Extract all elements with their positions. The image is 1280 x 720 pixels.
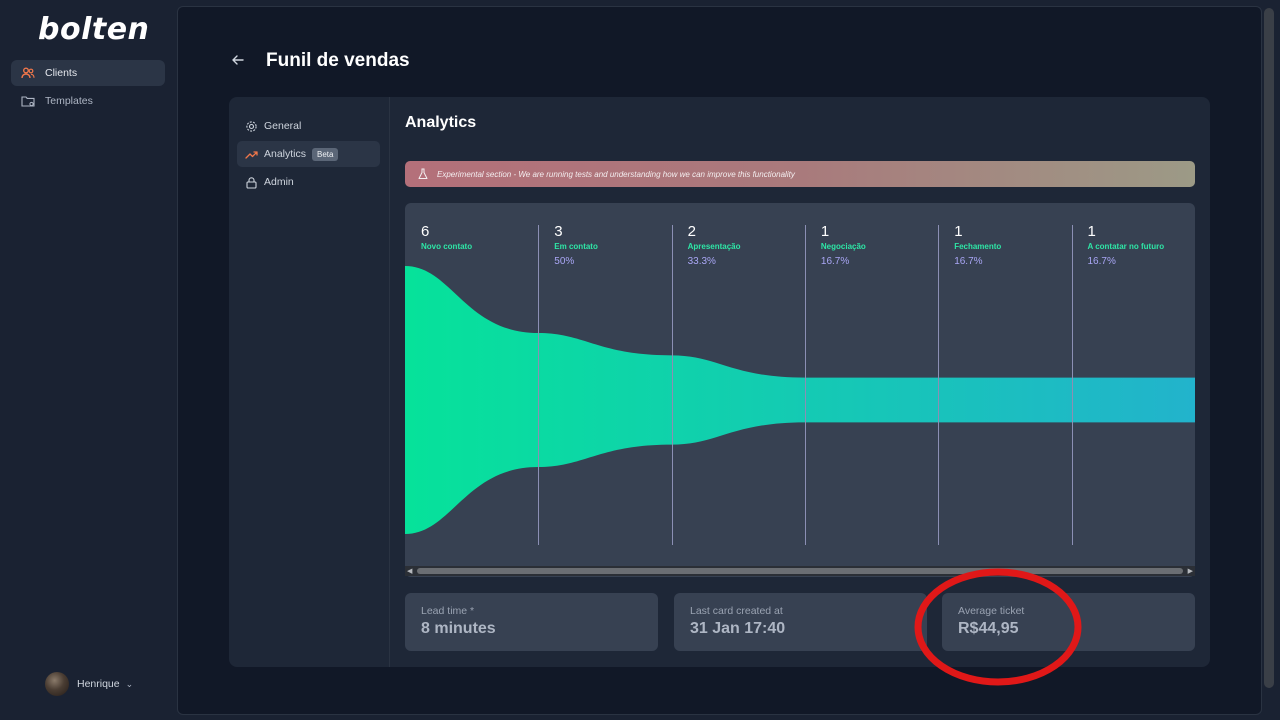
folder-settings-icon	[21, 94, 35, 108]
stage-count: 1	[1087, 223, 1096, 240]
tab-analytics[interactable]: Analytics Beta	[237, 141, 380, 167]
stage-count: 1	[820, 223, 830, 240]
funnel-shape	[405, 266, 1195, 534]
avatar	[45, 672, 69, 696]
stage-name: Novo contato	[421, 242, 473, 251]
stage-divider	[805, 225, 806, 545]
tab-admin[interactable]: Admin	[237, 169, 380, 195]
scroll-left-icon[interactable]: ◀	[407, 567, 412, 575]
funnel-stage: 3 Em contato 50%	[554, 223, 684, 267]
stage-percent: 33.3%	[687, 256, 716, 267]
sidebar-item-templates[interactable]: Templates	[11, 88, 165, 114]
stat-label: Lead time *	[421, 605, 475, 617]
funnel-stage: 1 Fechamento 16.7%	[954, 223, 1084, 267]
funnel-stage: 2 Apresentação 33.3%	[688, 223, 818, 267]
page-title: Funil de vendas	[266, 50, 410, 71]
sidebar-item-label: Clients	[45, 67, 78, 79]
back-arrow-icon[interactable]	[230, 52, 246, 68]
tab-label: Analytics	[264, 148, 307, 160]
lock-icon	[245, 176, 258, 189]
sidebar-item-label: Templates	[45, 95, 93, 107]
scroll-right-icon[interactable]: ▶	[1188, 567, 1193, 575]
stage-percent: 16.7%	[1087, 256, 1116, 267]
tab-general[interactable]: General	[237, 113, 380, 139]
red-annotation-circle	[914, 568, 1082, 686]
app-sidebar: bolten Clients Templates Henrique ⌄	[0, 0, 176, 720]
stage-name: Fechamento	[954, 242, 1002, 251]
beta-badge: Beta	[312, 147, 339, 161]
section-title: Analytics	[405, 114, 477, 131]
trending-up-icon	[245, 148, 258, 161]
stage-divider	[538, 225, 539, 545]
stage-divider	[1072, 225, 1073, 545]
stage-percent: 50%	[554, 256, 575, 267]
sidebar-item-clients[interactable]: Clients	[11, 60, 165, 86]
stage-count: 2	[687, 223, 696, 240]
user-menu[interactable]: Henrique ⌄	[45, 672, 133, 696]
stage-name: Em contato	[554, 242, 598, 251]
users-icon	[21, 66, 35, 80]
flask-icon	[417, 168, 429, 180]
funnel-stage: 1 Negociação 16.7%	[821, 223, 951, 267]
stat-value: 8 minutes	[421, 620, 496, 637]
tab-label: General	[264, 120, 302, 132]
stage-count: 6	[421, 223, 430, 240]
stat-last-card: Last card created at 31 Jan 17:40	[674, 593, 927, 651]
funnel-chart: 6 Novo contato 3 Em contato 50% 2 Apresentação…	[405, 203, 1195, 577]
stage-count: 3	[554, 223, 563, 240]
stat-label: Last card created at	[690, 605, 783, 617]
stage-divider	[938, 225, 939, 545]
gear-icon	[245, 120, 258, 133]
user-name: Henrique	[77, 678, 120, 690]
stage-divider	[672, 225, 673, 545]
banner-text: Experimental section - We are running te…	[437, 169, 795, 179]
stat-lead-time: Lead time * 8 minutes	[405, 593, 658, 651]
stage-name: Apresentação	[687, 242, 741, 251]
stat-value: 31 Jan 17:40	[690, 620, 786, 637]
window-scrollbar[interactable]	[1264, 8, 1274, 688]
tab-label: Admin	[264, 176, 294, 188]
stage-count: 1	[954, 223, 963, 240]
experimental-banner: Experimental section - We are running te…	[405, 161, 1195, 187]
funnel-stage: 1 A contatar no futuro 16.7%	[1088, 223, 1196, 267]
stage-percent: 16.7%	[820, 256, 850, 267]
stage-name: A contatar no futuro	[1087, 242, 1165, 251]
chevron-down-icon: ⌄	[125, 678, 134, 689]
stage-percent: 16.7%	[954, 256, 983, 267]
stage-name: Negociação	[820, 242, 866, 251]
app-logo[interactable]: bolten	[38, 12, 149, 47]
funnel-stage: 6 Novo contato	[421, 223, 551, 256]
